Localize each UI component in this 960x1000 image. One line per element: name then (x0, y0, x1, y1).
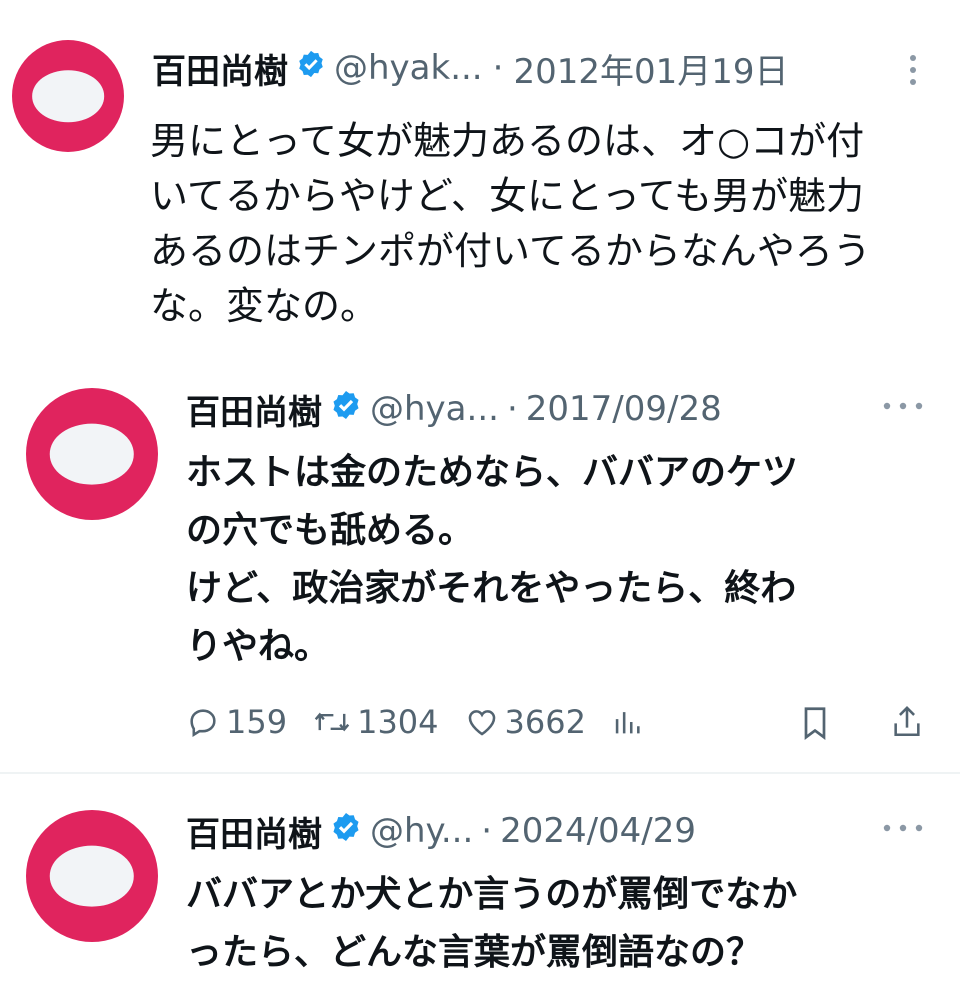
tweet-text: 男にとって女が魅力あるのは、オ○コが付 いてるからやけど、女にとっても男が魅力 … (150, 119, 871, 328)
analytics-icon (615, 712, 640, 734)
retweet-count: 1304 (357, 703, 439, 741)
user-handle[interactable]: @hyak... (334, 48, 483, 88)
tweet-3[interactable]: 百田尚樹 @hy... · 2024/04/29 ババアとか犬とか言うのが罵倒で… (0, 780, 960, 1000)
display-name[interactable]: 百田尚樹 (152, 44, 288, 93)
tweet-2[interactable]: 百田尚樹 @hya... · 2017/09/28 ホストは金のためなら、ババア… (0, 360, 960, 770)
separator-dot: · (506, 389, 518, 429)
separator-dot: · (481, 811, 493, 851)
more-horizontal-icon[interactable] (878, 396, 928, 420)
user-handle[interactable]: @hya... (370, 389, 499, 429)
tweet-header: 百田尚樹 @hya... · 2017/09/28 (186, 385, 722, 434)
avatar[interactable] (12, 40, 124, 152)
verified-badge-icon (296, 48, 326, 88)
tweet-text: ババアとか犬とか言うのが罵倒でなか ったら、どんな言葉が罵倒語なの？ (186, 874, 798, 973)
separator-dot: · (492, 48, 504, 88)
tweet-actions: 159 1304 3662 (186, 700, 648, 744)
share-icon[interactable] (890, 703, 924, 745)
user-handle[interactable]: @hy... (370, 811, 473, 851)
tweet-date[interactable]: 2012年01月19日 (513, 44, 788, 93)
like-count: 3662 (504, 703, 586, 741)
tweet-header: 百田尚樹 @hyak... · 2012年01月19日 (152, 44, 789, 92)
display-name[interactable]: 百田尚樹 (186, 807, 322, 856)
tweet-text: ホストは金のためなら、ババアのケツ の穴でも舐める。 けど、政治家がそれをやった… (186, 452, 799, 667)
more-horizontal-icon[interactable] (878, 818, 928, 842)
like-button[interactable]: 3662 (465, 703, 586, 741)
retweet-icon (314, 712, 350, 732)
tweet-date[interactable]: 2024/04/29 (500, 811, 696, 851)
reply-count: 159 (226, 703, 288, 741)
display-name[interactable]: 百田尚樹 (186, 385, 322, 434)
more-vertical-icon[interactable] (900, 50, 926, 94)
verified-badge-icon (330, 389, 362, 430)
tweet-date[interactable]: 2017/09/28 (526, 389, 722, 429)
verified-badge-icon (330, 811, 362, 852)
views-button[interactable] (612, 705, 648, 739)
tweet-divider (0, 772, 960, 774)
heart-icon (468, 710, 495, 736)
reply-button[interactable]: 159 (186, 703, 287, 741)
retweet-button[interactable]: 1304 (313, 703, 439, 741)
bookmark-icon[interactable] (800, 705, 830, 745)
tweet-header: 百田尚樹 @hy... · 2024/04/29 (186, 807, 696, 856)
reply-icon (190, 709, 216, 738)
avatar[interactable] (26, 810, 158, 942)
tweet-1[interactable]: 百田尚樹 @hyak... · 2012年01月19日 男にとって女が魅力あるの… (0, 0, 960, 350)
avatar[interactable] (26, 388, 158, 520)
